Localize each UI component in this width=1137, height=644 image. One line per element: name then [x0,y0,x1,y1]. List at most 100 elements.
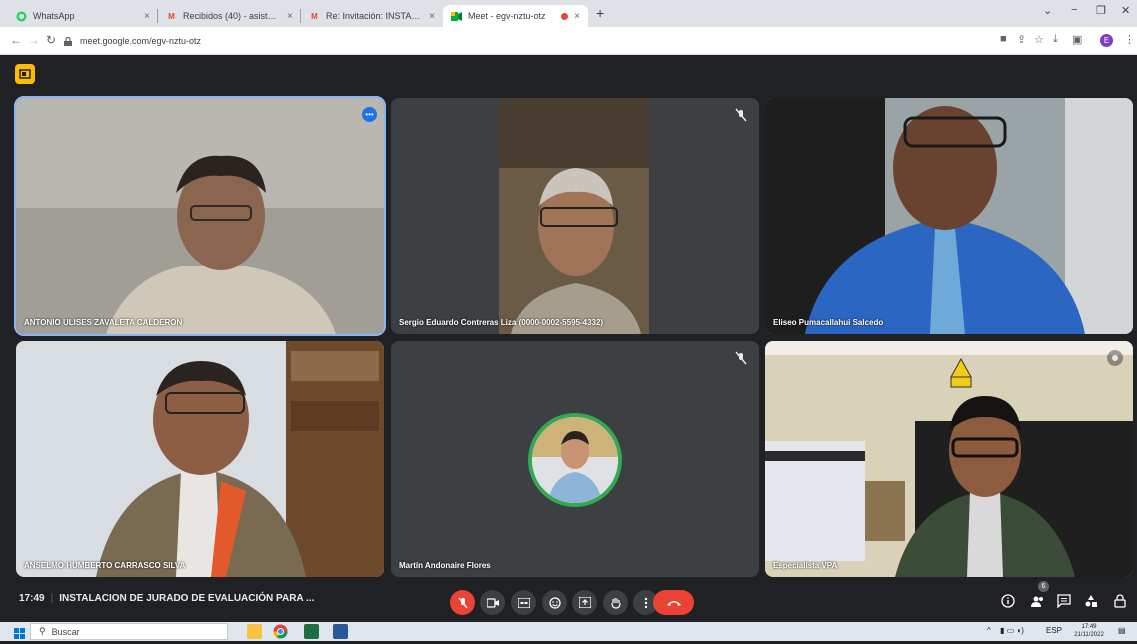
close-tab-icon[interactable]: × [287,11,293,22]
mic-toggle-button[interactable] [450,590,475,615]
participant-name: ANSELMO HUMBERTO CARRASCO SILVA [24,561,186,570]
tray-app-icons[interactable]: ▮ ▭ ◖) [1000,626,1024,635]
profile-avatar[interactable]: E [1100,34,1113,47]
side-panel-icon[interactable]: ▣ [1072,33,1082,46]
participant-tile[interactable]: Especialista VPA [765,341,1133,577]
camera-toggle-button[interactable] [480,590,505,615]
host-controls-icon [19,69,31,79]
tab-gmail-inbox[interactable]: M Recibidos (40) - asistente.vpa@u × [158,5,301,27]
meet-icon [451,11,462,22]
file-explorer-icon[interactable] [247,624,262,639]
clock-date: 21/11/2022 [1074,632,1104,638]
mic-off-icon [733,350,749,366]
participant-name: ANTONIO ULISES ZAVALETA CALDERON [24,318,183,327]
camera-in-use-icon[interactable]: ■ [1000,33,1007,45]
word-icon[interactable] [333,624,348,639]
participant-tile[interactable]: ••• ANTONIO ULISES ZAVALETA CALDERON [14,96,386,336]
people-icon [1031,596,1043,607]
chat-button[interactable] [1055,592,1073,610]
participant-video [765,341,1133,577]
search-icon: ⚲ [39,626,46,636]
back-button[interactable]: ← [10,33,22,47]
hand-icon [610,597,621,609]
raise-hand-button[interactable] [603,590,628,615]
taskbar-search-input[interactable]: ⚲ Buscar [30,623,228,640]
notifications-icon[interactable]: ▤ [1118,626,1126,635]
meeting-info-button[interactable] [999,592,1017,610]
participant-tile[interactable]: Sergio Eduardo Contreras Liza (0000-0002… [391,98,759,334]
chrome-icon[interactable] [273,624,288,639]
new-tab-button[interactable]: + [596,5,604,21]
leave-call-button[interactable] [653,590,694,615]
whatsapp-icon [16,11,27,22]
tab-gmail-invitation[interactable]: M Re: Invitación: INSTALACION DE × [301,5,443,27]
participant-video [16,98,384,334]
forward-button[interactable]: → [28,33,40,47]
lock-icon [64,36,72,46]
chat-icon [1057,594,1071,608]
download-icon[interactable]: ⤓ [1053,33,1058,46]
recording-indicator-icon [561,12,569,20]
present-screen-button[interactable] [572,590,597,615]
reactions-button[interactable] [542,590,567,615]
close-tab-icon[interactable]: × [574,11,580,22]
clock-time: 17:49 [1081,624,1097,630]
participant-tile[interactable]: Eliseo Pumacallahui Salcedo [765,98,1133,334]
url-text: meet.google.com/egv-nztu-otz [80,36,202,46]
tab-search-icon[interactable]: ⌄ [1043,4,1052,17]
url-field[interactable]: meet.google.com/egv-nztu-otz [64,32,984,50]
tab-title: Recibidos (40) - asistente.vpa@u [183,11,281,21]
tab-whatsapp[interactable]: WhatsApp × [8,5,158,27]
language-indicator[interactable]: ESP [1046,626,1062,635]
lock-person-icon [1114,594,1126,608]
captions-button[interactable] [511,590,536,615]
more-options-icon[interactable]: ••• [362,107,377,122]
search-placeholder: Buscar [51,626,80,637]
tab-title: Re: Invitación: INSTALACION DE [326,11,423,21]
people-count-badge: 6 [1038,581,1049,592]
gmail-icon: M [168,11,175,21]
meeting-details: 17:49 | INSTALACION DE JURADO DE EVALUACIÓ… [19,593,315,604]
tab-title: WhatsApp [33,11,75,21]
camera-icon [486,597,499,608]
present-icon [578,597,591,608]
hang-up-icon [666,600,681,606]
host-controls-lock-button[interactable] [1111,592,1129,610]
participant-name: Eliseo Pumacallahui Salcedo [773,318,884,327]
close-tab-icon[interactable]: × [429,11,435,22]
browser-menu-icon[interactable]: ⋮ [1124,33,1135,46]
participant-tile[interactable]: Martín Andonaire Flores [391,341,759,577]
close-window-button[interactable]: ✕ [1121,4,1130,17]
tray-overflow-icon[interactable]: ^ [987,626,991,635]
tab-meet[interactable]: Meet - egv-nztu-otz × [443,5,588,27]
bookmark-star-icon[interactable]: ☆ [1034,33,1044,46]
windows-taskbar: ⚲ Buscar ^ ▮ ▭ ◖) ESP 17:49 21/11/2022 ▤ [0,622,1137,641]
emoji-icon [548,596,561,609]
minimize-button[interactable]: − [1071,4,1077,16]
windows-start-button[interactable] [14,626,25,639]
participant-tile[interactable]: ANSELMO HUMBERTO CARRASCO SILVA [16,341,384,577]
meet-stage: ••• ANTONIO ULISES ZAVALETA CALDERON Ser… [0,56,1137,622]
close-tab-icon[interactable]: × [144,11,150,22]
taskbar-clock[interactable]: 17:49 21/11/2022 [1070,623,1108,639]
participant-avatar [528,413,622,507]
participant-video [16,341,384,577]
host-controls-button[interactable] [15,64,35,84]
excel-icon[interactable] [304,624,319,639]
windows-logo-icon [14,628,25,639]
meeting-title: INSTALACION DE JURADO DE EVALUACIÓN PARA… [59,593,315,604]
participant-video [765,98,1133,334]
mic-off-icon [457,597,468,608]
more-vert-icon [644,597,647,608]
participant-name: Especialista VPA [773,561,838,570]
meeting-clock: 17:49 [19,593,45,604]
reload-button[interactable]: ↻ [46,33,56,47]
activities-button[interactable] [1082,592,1100,610]
mic-off-icon [733,107,749,123]
share-icon[interactable]: ⇪ [1017,33,1026,46]
people-button[interactable] [1029,592,1047,610]
pin-icon[interactable] [1107,350,1123,366]
restore-button[interactable]: ❐ [1096,4,1106,17]
participant-video [391,98,759,334]
browser-tab-bar: WhatsApp × M Recibidos (40) - asistente.… [0,0,1137,27]
